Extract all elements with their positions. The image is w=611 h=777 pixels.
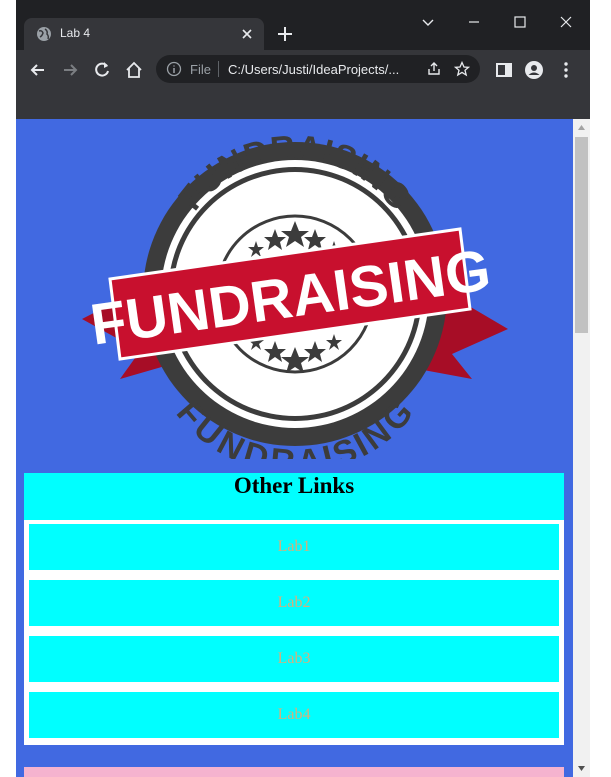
kebab-menu-icon[interactable] — [556, 60, 576, 80]
tab-lab4[interactable]: Lab 4 — [24, 18, 264, 50]
globe-icon — [37, 27, 51, 41]
profile-avatar-icon[interactable] — [524, 60, 544, 80]
bookmark-star-icon[interactable] — [454, 61, 470, 77]
share-icon[interactable] — [426, 61, 442, 77]
new-tab-plus-icon[interactable] — [276, 25, 294, 43]
link-lab1[interactable]: Lab1 — [29, 524, 559, 570]
browser-window: Lab 4 File C:/Users/Justi/IdeaProjects/.… — [16, 0, 590, 777]
omnibox-divider — [218, 61, 219, 77]
maximize-icon[interactable] — [512, 14, 528, 30]
bookmark-bar — [16, 88, 590, 119]
other-links-header: Other Links — [24, 473, 564, 520]
close-icon[interactable] — [240, 27, 254, 41]
next-section-edge — [24, 767, 564, 777]
reload-icon[interactable] — [92, 60, 112, 80]
scheme-label: File — [190, 62, 211, 77]
browser-toolbar: File C:/Users/Justi/IdeaProjects/... — [16, 50, 590, 88]
home-icon[interactable] — [124, 60, 144, 80]
link-lab2[interactable]: Lab2 — [29, 580, 559, 626]
url-text[interactable]: C:/Users/Justi/IdeaProjects/... — [228, 62, 399, 77]
page-viewport: FUNDRAISING FUNDRAISING — [16, 119, 590, 777]
tab-search-chevron-icon[interactable] — [420, 14, 436, 30]
tab-title: Lab 4 — [60, 26, 91, 40]
fundraising-logo: FUNDRAISING FUNDRAISING — [82, 129, 508, 459]
address-bar[interactable]: File C:/Users/Justi/IdeaProjects/... — [156, 55, 480, 83]
minimize-icon[interactable] — [466, 14, 482, 30]
link-lab3[interactable]: Lab3 — [29, 636, 559, 682]
vertical-scrollbar[interactable] — [573, 119, 590, 777]
link-lab4[interactable]: Lab4 — [29, 692, 559, 738]
back-arrow-icon[interactable] — [28, 60, 48, 80]
scroll-down-arrow-icon[interactable] — [577, 764, 586, 773]
other-links-panel: Other Links Lab1 Lab2 Lab3 Lab4 — [24, 473, 564, 745]
side-panel-icon[interactable] — [494, 60, 514, 80]
info-icon[interactable] — [166, 61, 182, 77]
scrollbar-thumb[interactable] — [575, 137, 588, 333]
other-links-title: Other Links — [233, 473, 355, 498]
tab-strip: Lab 4 — [16, 0, 590, 50]
forward-arrow-icon[interactable] — [60, 60, 80, 80]
window-close-icon[interactable] — [558, 14, 574, 30]
scroll-up-arrow-icon[interactable] — [577, 123, 586, 132]
